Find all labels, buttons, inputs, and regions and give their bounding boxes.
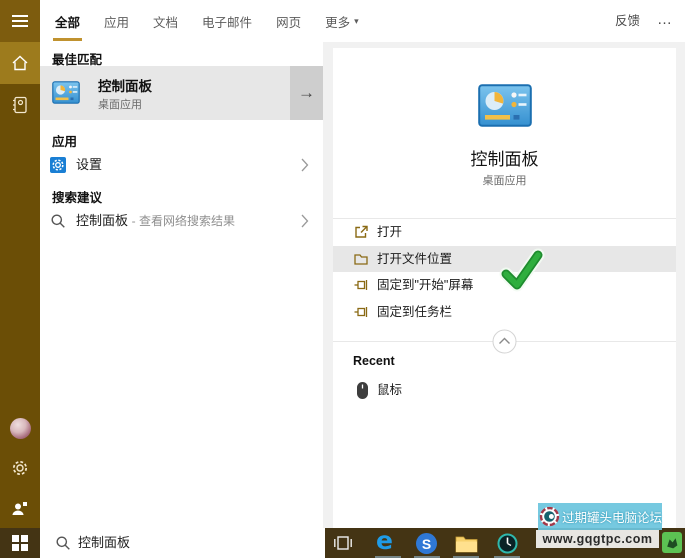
tab-web[interactable]: 网页 <box>276 0 301 42</box>
search-icon <box>51 214 65 228</box>
edge-icon: e <box>376 526 393 555</box>
best-match-subtitle: 桌面应用 <box>98 99 142 111</box>
recent-item-mouse[interactable]: 鼠标 <box>333 377 676 404</box>
open-icon <box>355 225 368 238</box>
sidebar-item-feedback-user[interactable] <box>0 487 40 529</box>
detail-subtitle: 桌面应用 <box>482 175 527 187</box>
sogou-browser-icon: S <box>416 533 437 554</box>
search-query-text: 控制面板 <box>78 535 131 550</box>
task-view-button[interactable] <box>333 533 353 558</box>
detail-title: 控制面板 <box>470 150 539 169</box>
tab-label: 电子邮件 <box>202 15 253 30</box>
result-label: 设置 <box>76 157 103 172</box>
sidebar-item-journal[interactable] <box>0 84 40 126</box>
search-icon <box>56 536 70 550</box>
watermark-url-text: www.gqgtpc.com <box>542 532 653 546</box>
tab-label: 文档 <box>153 15 179 30</box>
tab-all[interactable]: 全部 <box>52 0 83 42</box>
user-avatar[interactable] <box>10 418 31 439</box>
result-detail-panel: 控制面板 桌面应用 打开 打开文件位置 固定到"开始"屏幕 固定到任务栏 Rec… <box>333 48 676 528</box>
hamburger-icon <box>12 25 28 27</box>
suggestion-term: 控制面板 <box>76 213 129 228</box>
apps-header: 应用 <box>52 135 78 149</box>
tab-label: 全部 <box>55 15 81 30</box>
chevron-right-icon <box>301 214 309 228</box>
watermark-text: 过期罐头电脑论坛 <box>561 511 662 525</box>
hamburger-icon <box>12 20 28 22</box>
best-match-title: 控制面板 <box>98 79 152 94</box>
settings-blue-icon <box>50 157 66 173</box>
search-filter-bar: 全部 应用 文档 电子邮件 网页 更多 ▾ 反馈 … <box>0 0 685 42</box>
task-view-icon <box>334 536 352 550</box>
tab-label: 应用 <box>104 15 130 30</box>
gear-icon <box>12 460 28 476</box>
arrow-right-icon: → <box>298 83 315 102</box>
start-button[interactable] <box>0 528 40 558</box>
collapse-panel-button[interactable] <box>492 329 517 354</box>
folder-location-icon <box>354 253 368 265</box>
action-pin-to-taskbar[interactable]: 固定到任务栏 <box>333 299 676 326</box>
chevron-right-icon <box>301 158 309 172</box>
chevron-up-icon <box>492 329 517 354</box>
notebook-icon <box>13 96 27 114</box>
tab-more[interactable]: 更多 ▾ <box>325 0 359 42</box>
best-match-result[interactable]: 控制面板 桌面应用 <box>40 66 290 120</box>
action-label: 打开文件位置 <box>377 251 453 266</box>
mouse-icon <box>357 382 368 399</box>
green-app-icon <box>662 532 682 553</box>
action-label: 打开 <box>377 225 403 239</box>
tab-email[interactable]: 电子邮件 <box>202 0 252 42</box>
action-open[interactable]: 打开 <box>333 219 676 246</box>
chevron-down-icon: ▾ <box>354 15 359 26</box>
pin-icon <box>354 306 368 317</box>
tab-documents[interactable]: 文档 <box>153 0 178 42</box>
tab-label: 网页 <box>276 15 302 30</box>
action-label: 固定到任务栏 <box>377 304 453 319</box>
action-pin-to-start[interactable]: 固定到"开始"屏幕 <box>333 272 676 299</box>
tab-apps[interactable]: 应用 <box>104 0 129 42</box>
hamburger-menu-button[interactable] <box>0 0 40 42</box>
recent-item-label: 鼠标 <box>377 383 403 397</box>
edge-browser-button[interactable]: e <box>376 528 393 554</box>
windows-logo-icon <box>12 535 28 551</box>
sidebar-item-settings[interactable] <box>0 447 40 489</box>
search-suggestions-header: 搜索建议 <box>52 191 103 205</box>
file-explorer-button[interactable] <box>455 535 478 558</box>
overflow-menu-icon[interactable]: … <box>657 0 673 42</box>
filter-tabs: 全部 应用 文档 电子邮件 网页 更多 ▾ <box>52 0 359 42</box>
action-label: 固定到"开始"屏幕 <box>377 278 474 292</box>
person-share-icon <box>12 501 28 515</box>
result-web-suggestion[interactable]: 控制面板 - 查看网络搜索结果 <box>40 205 323 237</box>
clock-app-icon <box>497 533 518 554</box>
recent-header: Recent <box>353 354 395 368</box>
search-results-panel: 最佳匹配 控制面板 桌面应用 → 应用 设置 搜索建议 控制面板 - 查看网络搜… <box>40 42 323 528</box>
file-explorer-icon <box>455 536 478 553</box>
tab-label: 更多 <box>325 15 351 30</box>
sidebar-item-home[interactable] <box>0 42 40 84</box>
clock-app-button[interactable] <box>497 533 518 558</box>
control-panel-icon <box>478 84 532 127</box>
sogou-glyph: S <box>421 535 432 552</box>
green-app-button[interactable] <box>662 532 682 553</box>
pin-icon <box>354 280 368 290</box>
suggestion-hint: - 查看网络搜索结果 <box>131 214 235 228</box>
expand-result-button[interactable]: → <box>290 66 323 120</box>
taskbar-search-box[interactable]: 控制面板 <box>40 528 325 558</box>
hamburger-icon <box>12 15 28 17</box>
search-window: 全部 应用 文档 电子邮件 网页 更多 ▾ 反馈 … 最佳匹配 控制面板 桌面应… <box>0 0 685 558</box>
feedback-button[interactable]: 反馈 <box>615 0 640 42</box>
result-settings[interactable]: 设置 <box>40 149 323 181</box>
watermark-banner: 过期罐头电脑论坛 <box>538 503 662 530</box>
result-label: 控制面板 - 查看网络搜索结果 <box>76 205 235 237</box>
control-panel-icon <box>52 81 80 104</box>
watermark-url: www.gqgtpc.com <box>536 530 659 548</box>
action-open-file-location[interactable]: 打开文件位置 <box>333 245 676 272</box>
sogou-browser-button[interactable]: S <box>416 533 437 554</box>
home-icon <box>12 55 28 71</box>
forum-logo-icon <box>539 506 560 527</box>
